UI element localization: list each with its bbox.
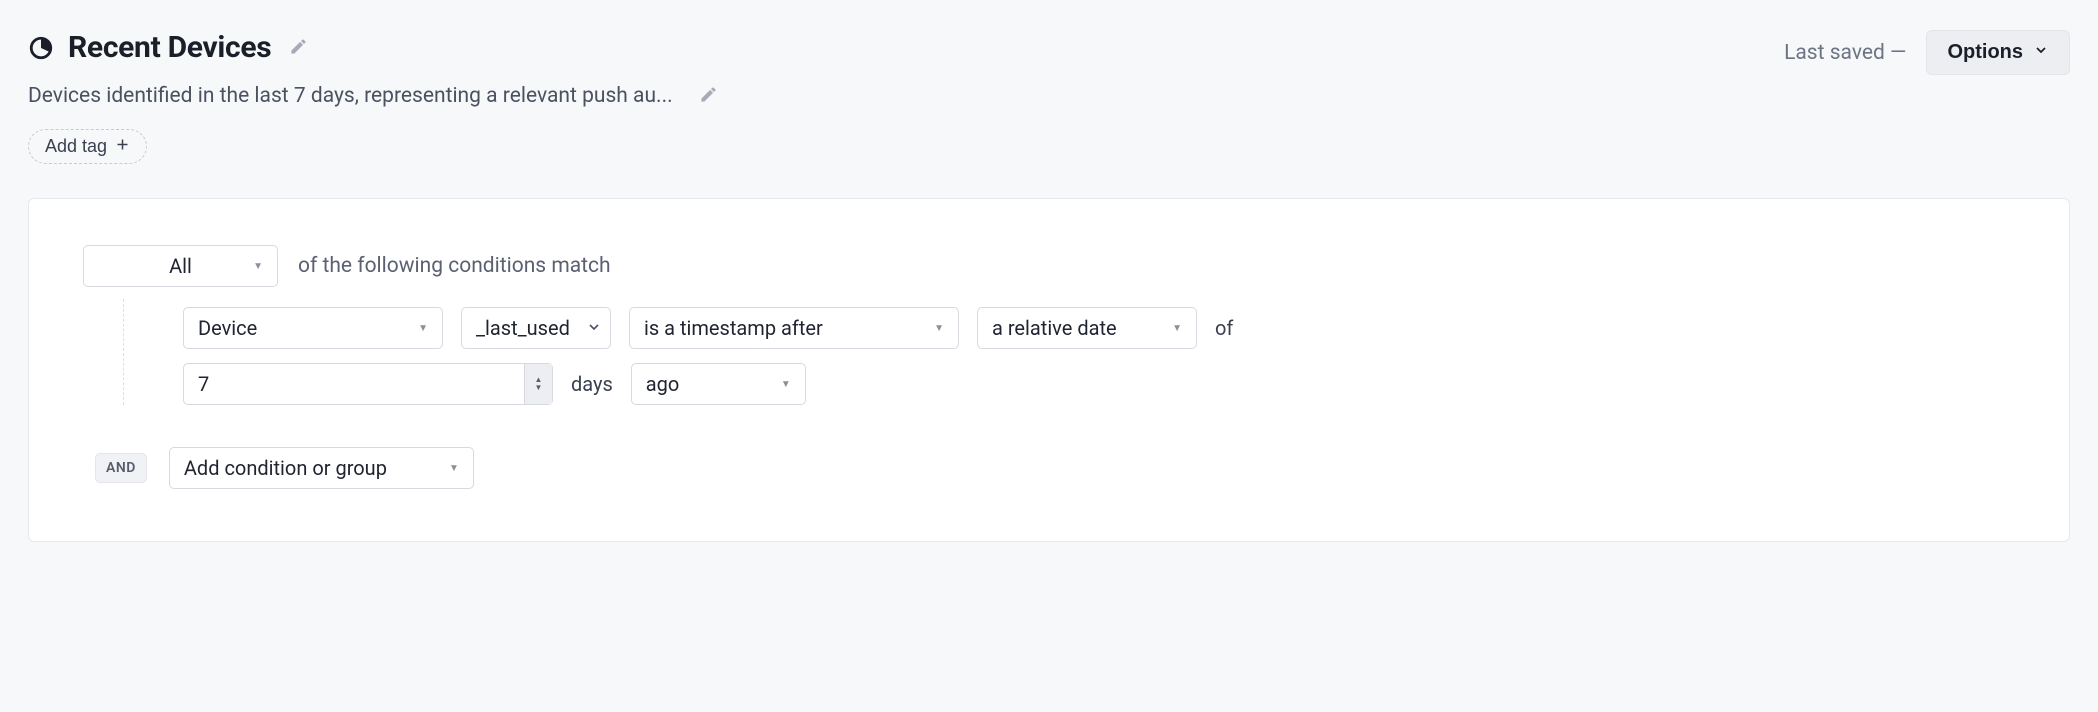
- match-mode-value: All: [169, 254, 192, 278]
- match-text: of the following conditions match: [298, 254, 611, 278]
- direction-value: ago: [646, 372, 680, 396]
- attribute-select[interactable]: Device ▼: [183, 307, 443, 349]
- operator-value: is a timestamp after: [644, 316, 823, 340]
- caret-down-icon: ▼: [781, 379, 791, 390]
- field-value: _last_used: [476, 316, 570, 340]
- caret-down-icon: ▼: [535, 384, 543, 392]
- and-chip: AND: [95, 453, 147, 483]
- segment-icon: [28, 35, 54, 61]
- pencil-icon: [289, 37, 308, 59]
- caret-down-icon: ▼: [418, 323, 428, 334]
- conditions-panel: All ▼ of the following conditions match …: [28, 198, 2070, 542]
- plus-icon: [115, 136, 130, 157]
- add-condition-label: Add condition or group: [184, 456, 387, 480]
- last-saved-text: Last saved —: [1784, 41, 1906, 65]
- caret-down-icon: ▼: [449, 463, 459, 474]
- field-select[interactable]: _last_used: [461, 307, 611, 349]
- edit-description-button[interactable]: [695, 81, 722, 111]
- page-description: Devices identified in the last 7 days, r…: [28, 84, 673, 108]
- add-tag-button[interactable]: Add tag: [28, 129, 147, 164]
- pencil-icon: [699, 85, 718, 107]
- add-condition-select[interactable]: Add condition or group ▼: [169, 447, 474, 489]
- edit-title-button[interactable]: [285, 33, 312, 63]
- relative-mode-select[interactable]: a relative date ▼: [977, 307, 1197, 349]
- tree-connector: [123, 299, 124, 405]
- match-mode-select[interactable]: All ▼: [83, 245, 278, 287]
- options-button[interactable]: Options: [1926, 30, 2070, 75]
- relative-mode-value: a relative date: [992, 316, 1117, 340]
- chevron-down-icon: [2033, 41, 2049, 64]
- page-title: Recent Devices: [68, 30, 271, 65]
- direction-select[interactable]: ago ▼: [631, 363, 806, 405]
- of-label: of: [1215, 316, 1233, 340]
- operator-select[interactable]: is a timestamp after ▼: [629, 307, 959, 349]
- options-label: Options: [1947, 41, 2023, 64]
- caret-down-icon: ▼: [934, 323, 944, 334]
- chevron-down-icon: [586, 316, 602, 340]
- caret-down-icon: ▼: [253, 261, 263, 272]
- unit-label: days: [571, 372, 613, 396]
- value-input[interactable]: 7 ▲ ▼: [183, 363, 553, 405]
- add-tag-label: Add tag: [45, 136, 107, 157]
- attribute-value: Device: [198, 316, 257, 340]
- caret-down-icon: ▼: [1172, 323, 1182, 334]
- number-spinner[interactable]: ▲ ▼: [524, 364, 552, 404]
- value-display: 7: [198, 372, 524, 396]
